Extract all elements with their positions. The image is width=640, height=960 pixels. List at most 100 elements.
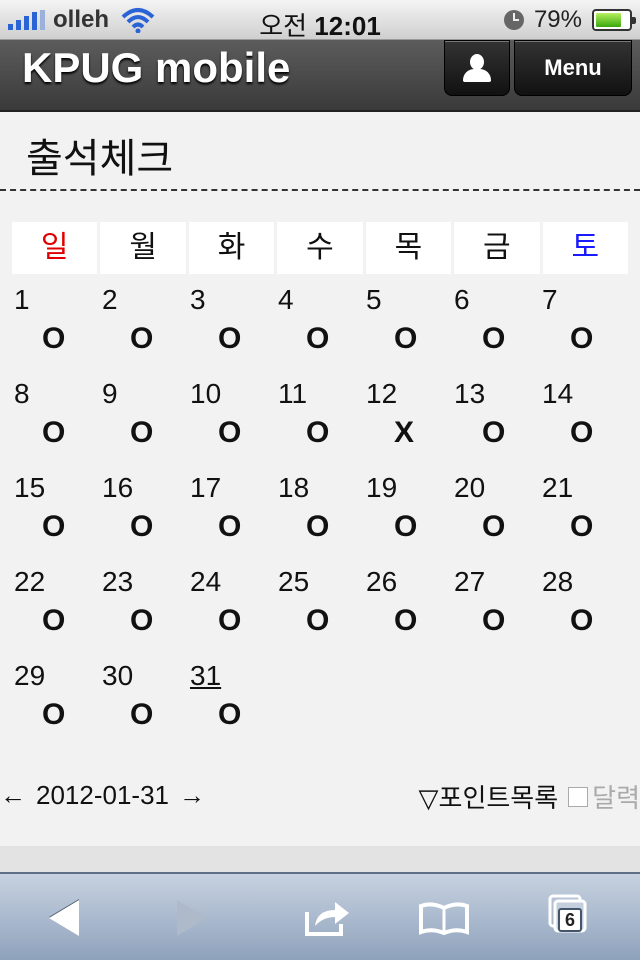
calendar-day-cell: 28 O [540,566,628,660]
forward-button[interactable] [162,894,222,942]
calendar-day-number: 21 [542,472,574,503]
calendar-day-number: 1 [14,284,30,315]
calendar-day-cell: 27 O [452,566,540,660]
calendar-day-number: 24 [190,566,222,597]
attendance-mark: O [570,510,594,543]
calendar-day-cell: 9O [100,378,188,472]
attendance-mark: O [570,604,594,637]
calendar-day-number: 4 [278,284,294,315]
calendar-toggle-label[interactable]: 달력 [592,778,640,815]
weekday-sun: 일 [12,222,98,274]
weekday-sat: 토 [542,222,628,274]
attendance-mark: O [42,698,66,731]
attendance-mark: O [306,510,330,543]
attendance-mark: O [218,322,242,355]
calendar-day-cell: 4O [276,284,364,378]
battery-icon [592,9,636,31]
attendance-mark: O [306,416,330,449]
attendance-mark: O [130,698,154,731]
attendance-mark: O [130,510,154,543]
calendar-weekday-header: 일 월 화 수 목 금 토 [12,222,628,274]
attendance-mark: O [394,510,418,543]
calendar-today-link[interactable]: 31 [190,660,221,692]
status-right: 79% [503,6,636,34]
site-title[interactable]: KPUG mobile [22,44,290,92]
weekday-wed: 수 [277,222,363,274]
calendar-day-number: 6 [454,284,470,315]
calendar-day-cell: 18 O [276,472,364,566]
calendar-day-number: 30 [102,660,134,691]
calendar-day-number: 27 [454,566,486,597]
attendance-mark: X [394,416,415,449]
calendar-day-number: 22 [14,566,46,597]
page-footer-band [0,846,640,872]
battery-percent: 79% [533,6,582,33]
calendar-day-number: 20 [454,472,486,503]
calendar-day-cell: 19 O [364,472,452,566]
status-bar: olleh 오전 12:01 79% [0,0,640,41]
calendar-day-cell: 17 O [188,472,276,566]
weekday-thu: 목 [365,222,452,274]
attendance-mark: O [130,604,154,637]
pages-button[interactable]: 6 [540,894,600,942]
bookmarks-button[interactable] [414,894,474,942]
calendar-day-number: 29 [14,660,46,691]
points-list-link[interactable]: ▽포인트목록 [419,778,559,815]
attendance-mark: O [482,322,506,355]
time-value: 12:01 [314,11,381,41]
prev-date-arrow[interactable]: ← [0,780,26,811]
back-button[interactable] [34,894,94,942]
calendar-day-cell: 6O [452,284,540,378]
calendar-day-number: 25 [278,566,310,597]
calendar-day-cell: 8O [12,378,100,472]
calendar-grid: 1 O 2 O 3 O 4 O 5 O 6 O 7 O 8 O 9 O 10 O 11 O 12 X 13 O 14 O 15 O 16 O 1… [12,284,628,754]
weekday-tue: 화 [188,222,275,274]
calendar-day-number: 16 [102,472,134,503]
calendar-day-cell: 31 O [188,660,276,754]
attendance-mark: O [394,604,418,637]
calendar-day-number: 5 [366,284,382,315]
calendar-day-number: 17 [190,472,222,503]
calendar-day-cell: 30 O [100,660,188,754]
weekday-fri: 금 [454,222,540,274]
calendar-day-number: 18 [278,472,310,503]
calendar-extras: ▽포인트목록 달력 [419,778,640,815]
attendance-mark: O [482,510,506,543]
calendar-day-cell: 10 O [188,378,276,472]
pages-count: 6 [558,908,582,932]
calendar-checkbox[interactable] [568,786,589,807]
site-header: KPUG mobile Menu [0,40,640,112]
menu-button[interactable]: Menu [514,40,632,96]
calendar-day-cell: 5O [364,284,452,378]
weekday-mon: 월 [100,222,186,274]
attendance-mark: O [218,416,242,449]
bookmarks-icon [419,902,469,936]
calendar-day-cell: 3O [188,284,276,378]
share-button[interactable] [296,894,356,942]
calendar-day-number: 2 [102,284,118,315]
calendar-day-cell: 1O [12,284,100,378]
calendar-day-cell: 23 O [100,566,188,660]
next-date-arrow[interactable]: → [179,780,205,811]
attendance-mark: O [394,322,418,355]
calendar-day-cell: 22 O [12,566,100,660]
page-title: 출석체크 [26,136,174,182]
forward-arrow-icon [177,900,207,936]
calendar-day-number: 7 [542,284,558,315]
attendance-mark: O [306,322,330,355]
calendar-day-cell: 11 O [276,378,364,472]
calendar-day-number: 9 [102,378,118,409]
calendar-day-number: 19 [366,472,398,503]
calendar-day-cell: 20 O [452,472,540,566]
calendar-day-number: 13 [454,378,486,409]
calendar-day-number: 3 [190,284,206,315]
battery-fill [596,13,622,27]
attendance-mark: O [130,416,154,449]
user-button[interactable] [444,40,510,96]
attendance-mark: O [42,416,66,449]
user-icon [462,54,492,82]
calendar-day-cell: 21 O [540,472,628,566]
attendance-mark: O [42,604,66,637]
attendance-mark: O [570,416,594,449]
attendance-mark: O [218,698,242,731]
